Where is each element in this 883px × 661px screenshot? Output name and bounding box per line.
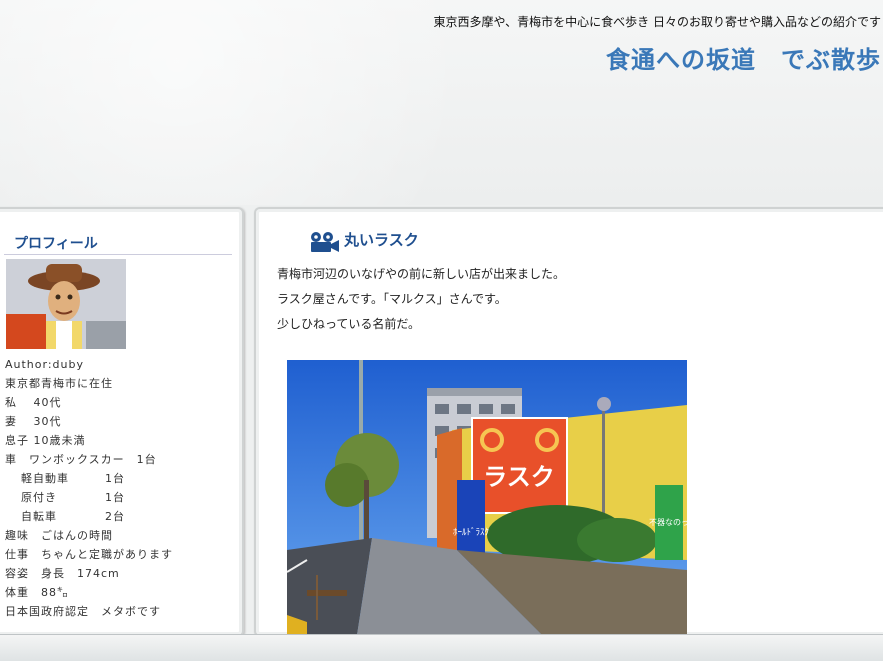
profile-line: 日本国政府認定 メタボです xyxy=(5,605,161,618)
site-tagline: 東京西多摩や、青梅市を中心に食べ歩き 日々のお取り寄せや購入品などの紹介です xyxy=(433,15,881,29)
post-paragraph: ラスク屋さんです。「マルクス」さんです。 xyxy=(277,292,507,306)
author-name: Author:duby xyxy=(5,358,84,371)
profile-line: 体重 88㌔ xyxy=(5,586,69,599)
profile-line: 車 ワンボックスカー 1台 xyxy=(5,453,157,466)
profile-line: 容姿 身長 174cm xyxy=(5,567,120,580)
profile-line: 妻 30代 xyxy=(5,415,62,428)
post-paragraph: 青梅市河辺のいなげやの前に新しい店が出来ました。 xyxy=(277,267,566,281)
woody-avatar-icon xyxy=(6,259,126,349)
site-title[interactable]: 食通への坂道 でぶ散歩 xyxy=(606,40,881,75)
post-panel: 丸いラスク 青梅市河辺のいなげやの前に新しい店が出来ました。 ラスク屋さんです。… xyxy=(254,207,883,637)
post-paragraph: 少しひねっている名前だ。 xyxy=(277,317,421,331)
profile-line: 東京都青梅市に在住 xyxy=(5,377,113,390)
rusk-shop-photo[interactable]: ラスク ﾎｰﾙﾄﾞﾗｽｸ 不器なのっ xyxy=(287,360,687,635)
site-header: 東京西多摩や、青梅市を中心に食べ歩き 日々のお取り寄せや購入品などの紹介です 食… xyxy=(0,0,883,205)
profile-heading: プロフィール xyxy=(14,236,98,252)
profile-line: 息子 10歳未満 xyxy=(5,434,86,447)
green-banner-text: 不器なのっ xyxy=(649,518,687,527)
avatar xyxy=(6,259,126,349)
profile-line: 仕事 ちゃんと定職があります xyxy=(5,548,173,561)
photo-scene: ラスク ﾎｰﾙﾄﾞﾗｽｸ 不器なのっ xyxy=(287,360,687,635)
bottom-bar xyxy=(0,634,883,661)
heading-divider xyxy=(4,254,232,255)
profile-line: 自転車 2台 xyxy=(21,510,125,523)
film-camera-icon xyxy=(311,232,339,252)
profile-line: 私 40代 xyxy=(5,396,62,409)
banner-text: ﾎｰﾙﾄﾞﾗｽｸ xyxy=(453,527,489,538)
post-title[interactable]: 丸いラスク xyxy=(344,229,419,250)
profile-sidebar: プロフィール Author:duby 東京都青梅市に在住 私 40代 妻 30代… xyxy=(0,207,244,637)
profile-line: 趣味 ごはんの時間 xyxy=(5,529,113,542)
post-body: 青梅市河辺のいなげやの前に新しい店が出来ました。 ラスク屋さんです。「マルクス」… xyxy=(277,262,565,337)
profile-info: Author:duby 東京都青梅市に在住 私 40代 妻 30代 息子 10歳… xyxy=(5,355,173,621)
shop-sign-text: ラスク xyxy=(483,463,555,491)
profile-line: 原付き 1台 xyxy=(21,491,125,504)
profile-line: 軽自動車 1台 xyxy=(21,472,125,485)
